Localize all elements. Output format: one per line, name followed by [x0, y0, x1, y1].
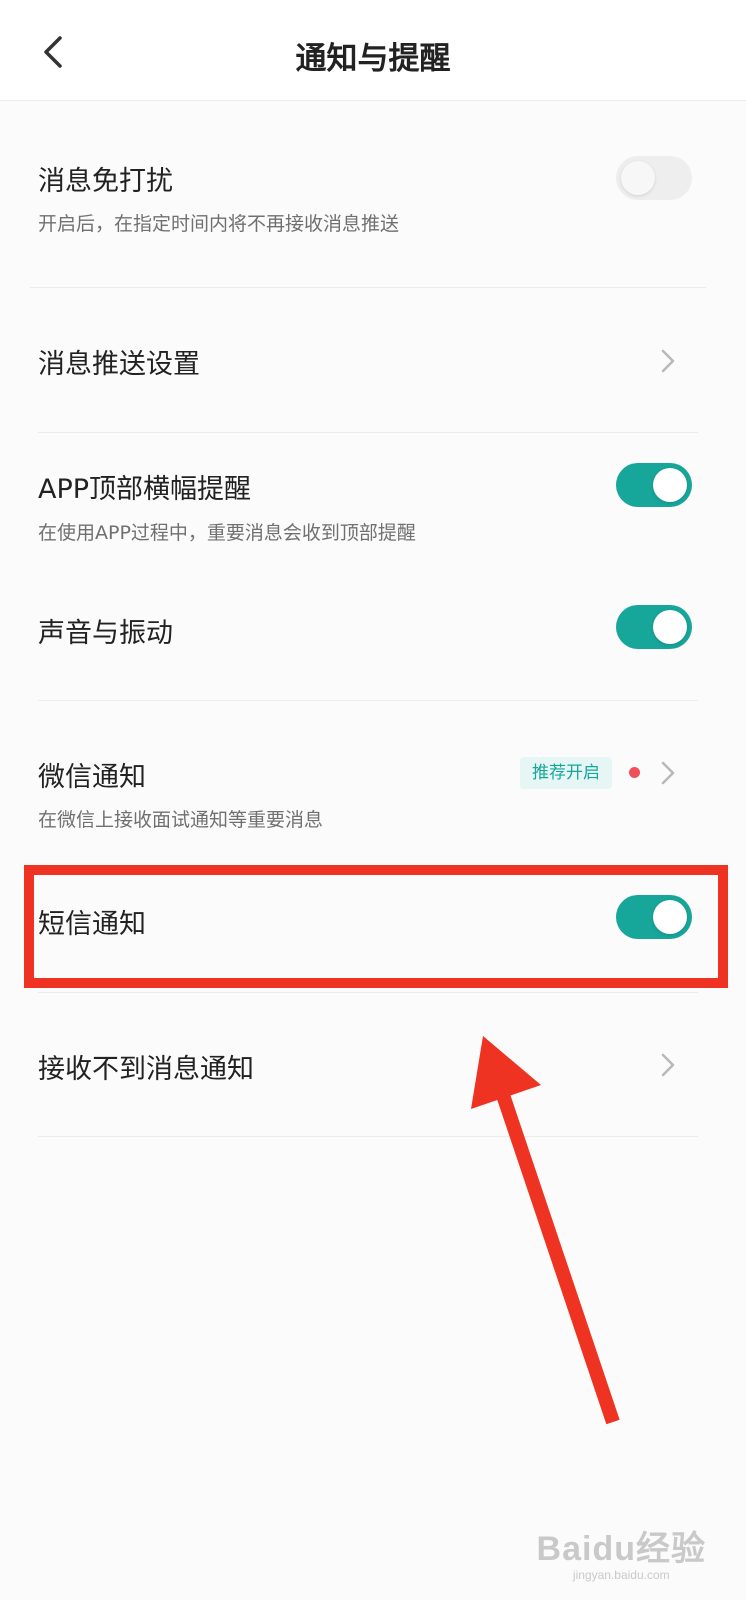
watermark-url: jingyan.baidu.com — [572, 1568, 670, 1582]
watermark-logo: Baidu经验 — [536, 1530, 706, 1568]
annotation-arrow-icon — [471, 1036, 620, 1425]
baidu-watermark: Baidu经验 jingyan.baidu.com — [537, 1521, 706, 1582]
settings-page: 通知与提醒 消息免打扰 开启后，在指定时间内将不再接收消息推送 消息推送设置 A… — [0, 0, 746, 1600]
